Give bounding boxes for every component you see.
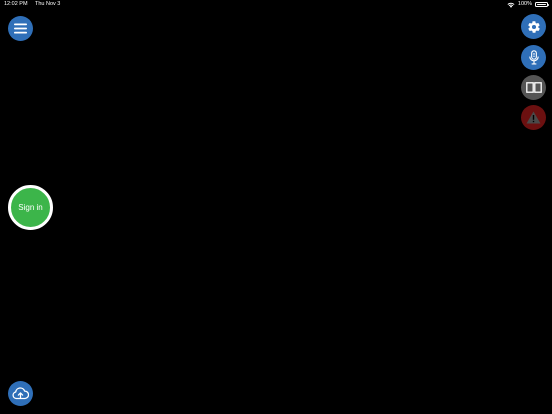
battery-icon [535, 2, 549, 7]
gear-icon [527, 20, 541, 34]
microphone-icon [528, 50, 540, 65]
upload-button[interactable] [8, 381, 33, 406]
hamburger-menu-icon [14, 23, 27, 34]
menu-button[interactable] [8, 16, 33, 41]
app-screen: 12:02 PM Thu Nov 3 100% Sign in [0, 0, 552, 414]
sign-in-button[interactable]: Sign in [8, 185, 53, 230]
warning-button[interactable] [521, 105, 546, 130]
reader-button[interactable] [521, 75, 546, 100]
sign-in-label: Sign in [18, 203, 43, 212]
status-date: Thu Nov 3 [34, 1, 61, 7]
wifi-icon [507, 2, 515, 8]
warning-icon [526, 111, 541, 124]
battery-percent: 100% [517, 1, 532, 7]
status-bar: 12:02 PM Thu Nov 3 100% [0, 0, 552, 10]
microphone-button[interactable] [521, 45, 546, 70]
cloud-upload-icon [12, 387, 29, 400]
status-time: 12:02 PM [4, 1, 28, 7]
status-right: 100% [507, 0, 549, 9]
settings-button[interactable] [521, 14, 546, 39]
status-left: 12:02 PM Thu Nov 3 [4, 0, 66, 9]
open-book-icon [525, 82, 542, 93]
